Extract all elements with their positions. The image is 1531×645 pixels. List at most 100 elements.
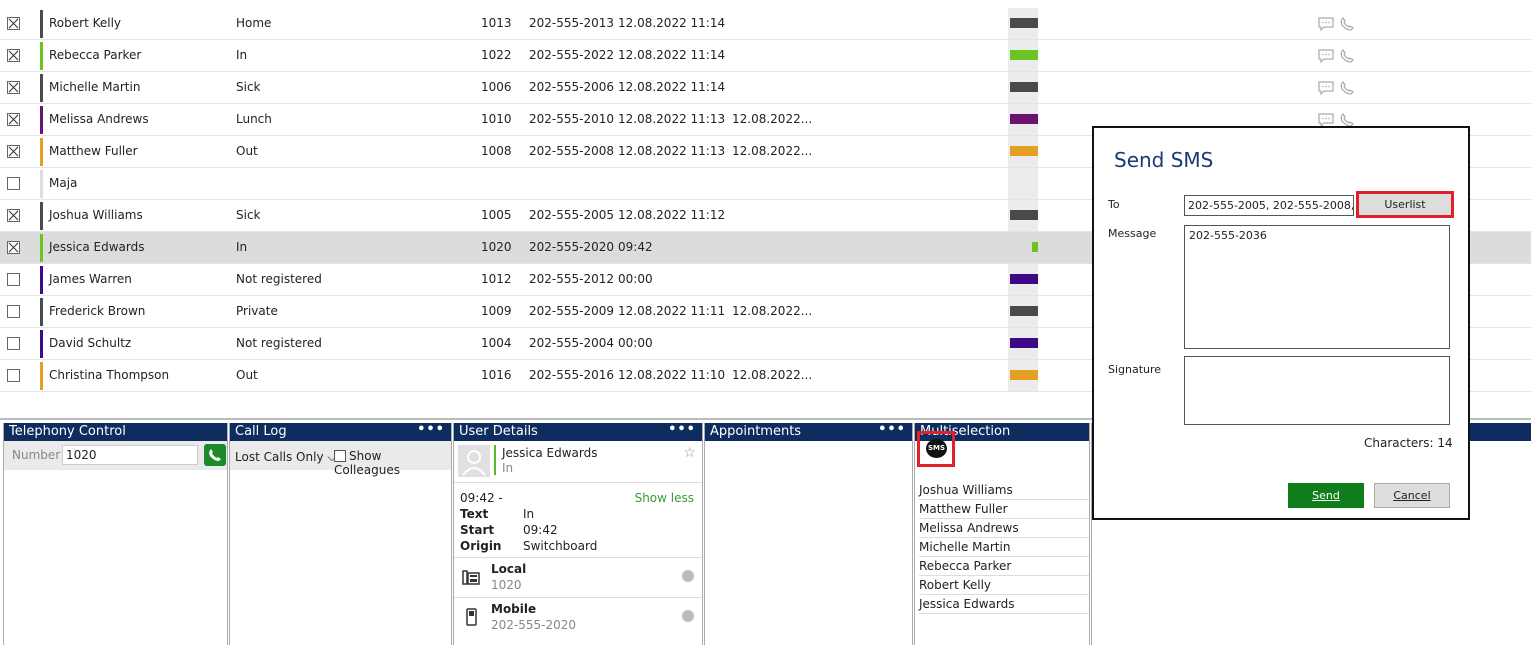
- user-status: Lunch: [236, 112, 272, 126]
- user-status: Out: [236, 368, 258, 382]
- phone-number: 202-555-2005: [529, 208, 615, 222]
- call-button[interactable]: [204, 444, 226, 466]
- phone-icon[interactable]: [1340, 80, 1354, 95]
- characters-count: Characters: 14: [1364, 436, 1453, 450]
- message-label: Message: [1108, 227, 1157, 240]
- more-icon[interactable]: •••: [417, 421, 445, 439]
- status-start: 12.08.2022 11:10: [618, 368, 726, 382]
- extension: 1013: [481, 16, 512, 30]
- status-end: 12.08.2022...: [732, 368, 813, 382]
- panel-title: User Details: [459, 424, 538, 439]
- userlist-button[interactable]: Userlist: [1356, 191, 1454, 218]
- user-status: In: [502, 461, 514, 475]
- user-name: Frederick Brown: [49, 304, 146, 318]
- status-start: 12.08.2022 11:14: [618, 48, 726, 62]
- more-icon[interactable]: •••: [878, 421, 906, 439]
- more-icon[interactable]: •••: [668, 421, 696, 439]
- user-name: James Warren: [49, 272, 132, 286]
- presence-indicator: [1010, 114, 1038, 124]
- user-status: Not registered: [236, 336, 322, 350]
- list-item[interactable]: Robert Kelly: [919, 576, 1089, 595]
- user-status: Home: [236, 16, 272, 30]
- check-icon: [682, 610, 694, 622]
- device-mobile[interactable]: Mobile 202-555-2020: [454, 597, 704, 637]
- status-color-bar: [40, 298, 43, 326]
- list-item[interactable]: Michelle Martin: [919, 538, 1089, 557]
- phone-number: 202-555-2022: [529, 48, 615, 62]
- status-color-bar: [40, 74, 43, 102]
- status-start: 00:00: [618, 336, 653, 350]
- extension: 1020: [481, 240, 512, 254]
- user-name: David Schultz: [49, 336, 132, 350]
- send-sms-dialog: Send SMS To 202-555-2005, 202-555-2008, …: [1092, 126, 1470, 520]
- extension: 1004: [481, 336, 512, 350]
- message-textarea[interactable]: 202-555-2036: [1184, 225, 1450, 349]
- status-color-bar: [40, 10, 43, 38]
- phone-icon[interactable]: [1340, 48, 1354, 63]
- send-sms-button[interactable]: SMS: [917, 431, 955, 467]
- table-row[interactable]: Michelle Martin Sick 1006 202-555-2006 12.08…: [0, 72, 1531, 104]
- status-color-bar: [40, 42, 43, 70]
- status-start: 12.08.2022 11:13: [618, 144, 726, 158]
- row-checkbox[interactable]: [7, 305, 20, 318]
- row-checkbox[interactable]: [7, 17, 20, 30]
- list-item[interactable]: Jessica Edwards: [919, 595, 1089, 614]
- show-colleagues-checkbox[interactable]: Show Colleagues: [334, 449, 451, 477]
- user-name: Jessica Edwards: [49, 240, 145, 254]
- user-name: Rebecca Parker: [49, 48, 142, 62]
- star-icon[interactable]: ☆: [683, 445, 696, 461]
- panel-title: Appointments: [710, 424, 802, 439]
- list-item[interactable]: Joshua Williams: [919, 481, 1089, 500]
- cancel-button[interactable]: Cancel: [1374, 483, 1450, 508]
- chat-icon[interactable]: [1318, 80, 1334, 95]
- row-checkbox[interactable]: [7, 145, 20, 158]
- phone-icon[interactable]: [1340, 112, 1354, 127]
- user-name: Joshua Williams: [49, 208, 143, 222]
- signature-label: Signature: [1108, 363, 1162, 376]
- telephony-control-panel: Telephony Control Number 1020: [3, 423, 228, 645]
- row-checkbox[interactable]: [7, 369, 20, 382]
- user-name: Maja: [49, 176, 78, 190]
- show-less-link[interactable]: Show less: [635, 491, 694, 505]
- row-checkbox[interactable]: [7, 177, 20, 190]
- phone-number: 202-555-2009: [529, 304, 615, 318]
- chat-icon[interactable]: [1318, 16, 1334, 31]
- phone-number: 202-555-2013: [529, 16, 615, 30]
- lost-calls-dropdown[interactable]: Lost Calls Only ⌵: [235, 450, 336, 465]
- user-status: In: [236, 48, 248, 62]
- table-row[interactable]: Robert Kelly Home 1013 202-555-2013 12.08.20…: [0, 8, 1531, 40]
- call-log-panel: Call Log ••• Lost Calls Only ⌵ Show Coll…: [229, 421, 452, 645]
- list-item[interactable]: Rebecca Parker: [919, 557, 1089, 576]
- phone-icon[interactable]: [1340, 16, 1354, 31]
- extension: 1009: [481, 304, 512, 318]
- to-input[interactable]: 202-555-2005, 202-555-2008, 202-555-2010: [1184, 195, 1354, 216]
- chat-icon[interactable]: [1318, 48, 1334, 63]
- row-checkbox[interactable]: [7, 337, 20, 350]
- status-color-bar: [40, 330, 43, 358]
- phone-number: 202-555-2010: [529, 112, 615, 126]
- row-checkbox[interactable]: [7, 273, 20, 286]
- status-color-bar: [40, 266, 43, 294]
- table-row[interactable]: Rebecca Parker In 1022 202-555-2022 12.08.20…: [0, 40, 1531, 72]
- row-checkbox[interactable]: [7, 113, 20, 126]
- row-checkbox[interactable]: [7, 209, 20, 222]
- row-checkbox[interactable]: [7, 49, 20, 62]
- appointments-panel: Appointments •••: [704, 421, 913, 645]
- user-name: Robert Kelly: [49, 16, 122, 30]
- list-item[interactable]: Matthew Fuller: [919, 500, 1089, 519]
- row-checkbox[interactable]: [7, 241, 20, 254]
- user-status: In: [236, 240, 248, 254]
- number-input[interactable]: 1020: [62, 445, 198, 465]
- list-item[interactable]: Melissa Andrews: [919, 519, 1089, 538]
- extension: 1008: [481, 144, 512, 158]
- extension: 1005: [481, 208, 512, 222]
- device-local[interactable]: Local 1020: [454, 557, 704, 597]
- presence-indicator: [1010, 210, 1038, 220]
- row-checkbox[interactable]: [7, 81, 20, 94]
- phone-number: 202-555-2004: [529, 336, 615, 350]
- presence-indicator: [1010, 146, 1038, 156]
- signature-textarea[interactable]: [1184, 356, 1450, 425]
- chat-icon[interactable]: [1318, 112, 1334, 127]
- user-status: Sick: [236, 208, 261, 222]
- send-button[interactable]: Send: [1288, 483, 1364, 508]
